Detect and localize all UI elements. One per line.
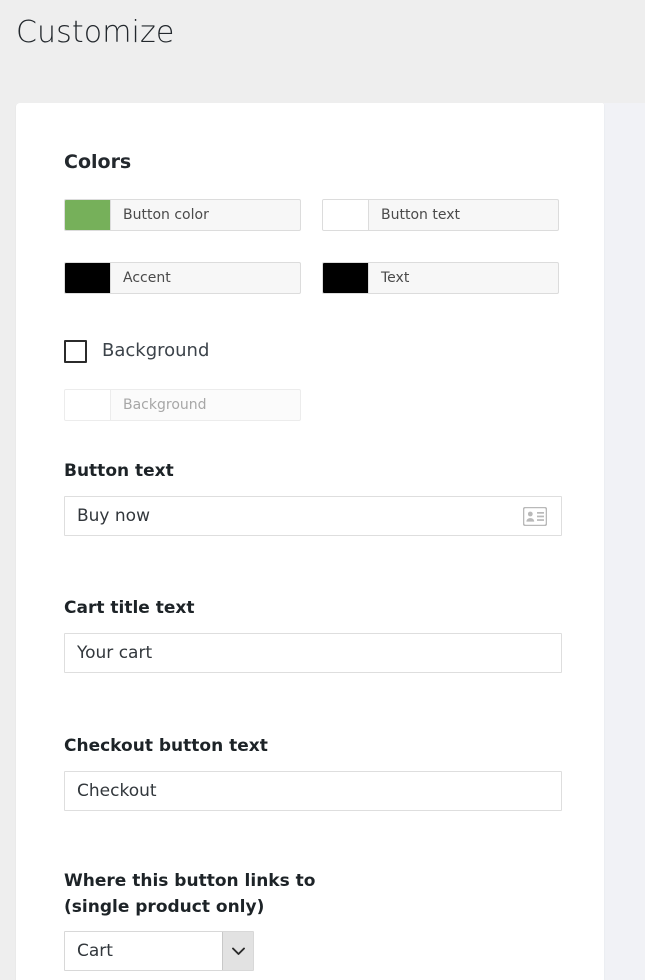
button-link-label: Where this button links to (single produ…: [64, 868, 364, 920]
button-text-color-label: Button text: [381, 207, 460, 223]
id-card-icon[interactable]: [523, 506, 547, 526]
background-color-label: Background: [123, 397, 207, 413]
button-text-label: Button text: [64, 461, 174, 481]
customize-card: Colors Button color Button text Accent T…: [16, 103, 604, 980]
button-text-value: Buy now: [77, 506, 150, 526]
button-color-field[interactable]: Button color: [64, 199, 301, 231]
accent-color-label: Accent: [123, 270, 171, 286]
text-color-field[interactable]: Text: [322, 262, 559, 294]
checkout-button-text-input[interactable]: Checkout: [64, 771, 562, 811]
background-color-swatch: [65, 390, 111, 420]
button-link-select-value: Cart: [77, 941, 113, 961]
cart-title-text-value: Your cart: [77, 643, 153, 663]
button-link-select[interactable]: Cart: [64, 931, 254, 971]
page-title: Customize: [16, 15, 175, 50]
background-checkbox[interactable]: [64, 339, 87, 363]
button-color-swatch[interactable]: [65, 200, 111, 230]
button-color-label: Button color: [123, 207, 209, 223]
checkout-button-text-value: Checkout: [77, 781, 157, 801]
background-toggle-row[interactable]: Background: [64, 338, 209, 364]
accent-color-field[interactable]: Accent: [64, 262, 301, 294]
background-checkbox-label: Background: [102, 340, 210, 361]
text-color-label: Text: [381, 270, 410, 286]
button-link-label-line1: Where this button links to: [64, 871, 316, 891]
button-text-color-field[interactable]: Button text: [322, 199, 559, 231]
chevron-down-icon[interactable]: [222, 932, 253, 970]
checkout-button-text-label: Checkout button text: [64, 736, 268, 756]
colors-heading: Colors: [64, 151, 132, 173]
card-content: Colors Button color Button text Accent T…: [64, 103, 604, 980]
cart-title-text-input[interactable]: Your cart: [64, 633, 562, 673]
cart-title-text-label: Cart title text: [64, 598, 195, 618]
button-text-input[interactable]: Buy now: [64, 496, 562, 536]
button-link-label-line2: (single product only): [64, 897, 265, 917]
text-color-swatch[interactable]: [323, 263, 369, 293]
button-text-color-swatch[interactable]: [323, 200, 369, 230]
accent-color-swatch[interactable]: [65, 263, 111, 293]
background-color-field: Background: [64, 389, 301, 421]
side-panel: [604, 103, 645, 980]
